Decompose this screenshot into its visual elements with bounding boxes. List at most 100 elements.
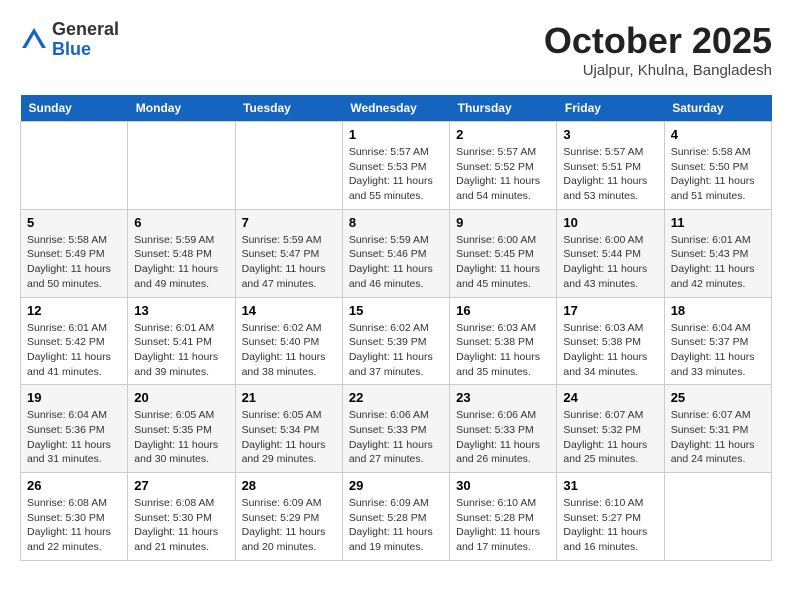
calendar-cell: 3 Sunrise: 5:57 AM Sunset: 5:51 PM Daylig…	[557, 122, 664, 210]
day-number: 17	[563, 303, 657, 318]
weekday-header-cell: Wednesday	[342, 95, 449, 122]
day-number: 12	[27, 303, 121, 318]
calendar-cell: 17Sunrise: 6:03 AM Sunset: 5:38 PM Dayli…	[557, 297, 664, 385]
calendar-week-row: 12 Sunrise: 6:01 AM Sunset: 5:42 PM Dayli…	[21, 297, 772, 385]
day-info: Sunrise: 6:06 AM Sunset: 5:33 PM Dayligh…	[456, 408, 550, 467]
day-number: 26	[27, 478, 121, 493]
calendar-cell: 24 Sunrise: 6:07 AM Sunset: 5:32 PM Dayli…	[557, 385, 664, 473]
day-number: 3	[563, 127, 657, 142]
calendar-cell: 21 Sunrise: 6:05 AM Sunset: 5:34 PM Dayli…	[235, 385, 342, 473]
weekday-header-cell: Tuesday	[235, 95, 342, 122]
calendar-table: SundayMondayTuesdayWednesdayThursdayFrid…	[20, 95, 772, 561]
title-block: October 2025 Ujalpur, Khulna, Bangladesh	[544, 20, 772, 79]
day-info: Sunrise: 5:57 AM Sunset: 5:53 PM Dayligh…	[349, 145, 443, 204]
weekday-header-cell: Thursday	[450, 95, 557, 122]
day-info: Sunrise: 6:00 AM Sunset: 5:44 PM Dayligh…	[563, 233, 657, 292]
calendar-cell: 28 Sunrise: 6:09 AM Sunset: 5:29 PM Dayli…	[235, 473, 342, 561]
calendar-cell	[235, 122, 342, 210]
day-info: Sunrise: 6:00 AM Sunset: 5:45 PM Dayligh…	[456, 233, 550, 292]
weekday-header-cell: Monday	[128, 95, 235, 122]
day-number: 21	[242, 390, 336, 405]
day-info: Sunrise: 5:59 AM Sunset: 5:47 PM Dayligh…	[242, 233, 336, 292]
day-number: 30	[456, 478, 550, 493]
day-info: Sunrise: 6:05 AM Sunset: 5:35 PM Dayligh…	[134, 408, 228, 467]
calendar-cell: 9 Sunrise: 6:00 AM Sunset: 5:45 PM Daylig…	[450, 209, 557, 297]
day-number: 15	[349, 303, 443, 318]
calendar-week-row: 19 Sunrise: 6:04 AM Sunset: 5:36 PM Dayli…	[21, 385, 772, 473]
logo: General Blue	[20, 20, 119, 60]
day-number: 11	[671, 215, 765, 230]
calendar-cell: 30 Sunrise: 6:10 AM Sunset: 5:28 PM Dayli…	[450, 473, 557, 561]
day-number: 14	[242, 303, 336, 318]
day-info: Sunrise: 6:10 AM Sunset: 5:28 PM Dayligh…	[456, 496, 550, 555]
page-header: General Blue October 2025 Ujalpur, Khuln…	[20, 20, 772, 79]
day-info: Sunrise: 6:05 AM Sunset: 5:34 PM Dayligh…	[242, 408, 336, 467]
day-info: Sunrise: 6:01 AM Sunset: 5:42 PM Dayligh…	[27, 321, 121, 380]
day-number: 8	[349, 215, 443, 230]
day-number: 28	[242, 478, 336, 493]
calendar-cell: 1 Sunrise: 5:57 AM Sunset: 5:53 PM Daylig…	[342, 122, 449, 210]
day-info: Sunrise: 6:07 AM Sunset: 5:32 PM Dayligh…	[563, 408, 657, 467]
day-number: 24	[563, 390, 657, 405]
calendar-cell: 7Sunrise: 5:59 AM Sunset: 5:47 PM Daylig…	[235, 209, 342, 297]
calendar-cell	[21, 122, 128, 210]
day-number: 1	[349, 127, 443, 142]
logo-text: General Blue	[52, 20, 119, 60]
calendar-week-row: 5Sunrise: 5:58 AM Sunset: 5:49 PM Daylig…	[21, 209, 772, 297]
day-number: 27	[134, 478, 228, 493]
day-info: Sunrise: 5:57 AM Sunset: 5:51 PM Dayligh…	[563, 145, 657, 204]
day-info: Sunrise: 5:59 AM Sunset: 5:48 PM Dayligh…	[134, 233, 228, 292]
day-number: 18	[671, 303, 765, 318]
day-number: 20	[134, 390, 228, 405]
day-info: Sunrise: 6:02 AM Sunset: 5:39 PM Dayligh…	[349, 321, 443, 380]
calendar-cell: 16Sunrise: 6:03 AM Sunset: 5:38 PM Dayli…	[450, 297, 557, 385]
day-info: Sunrise: 6:04 AM Sunset: 5:37 PM Dayligh…	[671, 321, 765, 380]
day-number: 23	[456, 390, 550, 405]
day-info: Sunrise: 6:10 AM Sunset: 5:27 PM Dayligh…	[563, 496, 657, 555]
day-info: Sunrise: 6:03 AM Sunset: 5:38 PM Dayligh…	[456, 321, 550, 380]
calendar-cell: 25 Sunrise: 6:07 AM Sunset: 5:31 PM Dayli…	[664, 385, 771, 473]
day-info: Sunrise: 6:01 AM Sunset: 5:43 PM Dayligh…	[671, 233, 765, 292]
day-info: Sunrise: 5:59 AM Sunset: 5:46 PM Dayligh…	[349, 233, 443, 292]
calendar-cell: 26 Sunrise: 6:08 AM Sunset: 5:30 PM Dayli…	[21, 473, 128, 561]
calendar-cell: 6 Sunrise: 5:59 AM Sunset: 5:48 PM Daylig…	[128, 209, 235, 297]
day-info: Sunrise: 6:07 AM Sunset: 5:31 PM Dayligh…	[671, 408, 765, 467]
calendar-cell: 31 Sunrise: 6:10 AM Sunset: 5:27 PM Dayli…	[557, 473, 664, 561]
calendar-cell: 22 Sunrise: 6:06 AM Sunset: 5:33 PM Dayli…	[342, 385, 449, 473]
weekday-header-row: SundayMondayTuesdayWednesdayThursdayFrid…	[21, 95, 772, 122]
calendar-cell	[664, 473, 771, 561]
day-info: Sunrise: 5:58 AM Sunset: 5:50 PM Dayligh…	[671, 145, 765, 204]
calendar-cell: 10 Sunrise: 6:00 AM Sunset: 5:44 PM Dayli…	[557, 209, 664, 297]
day-number: 29	[349, 478, 443, 493]
day-info: Sunrise: 6:04 AM Sunset: 5:36 PM Dayligh…	[27, 408, 121, 467]
calendar-cell: 11 Sunrise: 6:01 AM Sunset: 5:43 PM Dayli…	[664, 209, 771, 297]
day-number: 9	[456, 215, 550, 230]
month-title: October 2025	[544, 20, 772, 62]
day-number: 31	[563, 478, 657, 493]
day-number: 22	[349, 390, 443, 405]
day-number: 25	[671, 390, 765, 405]
weekday-header-cell: Friday	[557, 95, 664, 122]
day-info: Sunrise: 6:09 AM Sunset: 5:28 PM Dayligh…	[349, 496, 443, 555]
day-info: Sunrise: 6:06 AM Sunset: 5:33 PM Dayligh…	[349, 408, 443, 467]
day-number: 13	[134, 303, 228, 318]
day-number: 4	[671, 127, 765, 142]
day-number: 19	[27, 390, 121, 405]
calendar-cell: 19 Sunrise: 6:04 AM Sunset: 5:36 PM Dayli…	[21, 385, 128, 473]
day-info: Sunrise: 6:08 AM Sunset: 5:30 PM Dayligh…	[134, 496, 228, 555]
calendar-cell: 13Sunrise: 6:01 AM Sunset: 5:41 PM Dayli…	[128, 297, 235, 385]
day-info: Sunrise: 6:09 AM Sunset: 5:29 PM Dayligh…	[242, 496, 336, 555]
calendar-cell: 5Sunrise: 5:58 AM Sunset: 5:49 PM Daylig…	[21, 209, 128, 297]
calendar-body: 1 Sunrise: 5:57 AM Sunset: 5:53 PM Daylig…	[21, 122, 772, 561]
weekday-header-cell: Sunday	[21, 95, 128, 122]
day-number: 10	[563, 215, 657, 230]
logo-icon	[20, 26, 48, 54]
calendar-cell: 27 Sunrise: 6:08 AM Sunset: 5:30 PM Dayli…	[128, 473, 235, 561]
day-info: Sunrise: 6:02 AM Sunset: 5:40 PM Dayligh…	[242, 321, 336, 380]
calendar-cell: 14 Sunrise: 6:02 AM Sunset: 5:40 PM Dayli…	[235, 297, 342, 385]
day-info: Sunrise: 6:08 AM Sunset: 5:30 PM Dayligh…	[27, 496, 121, 555]
weekday-header-cell: Saturday	[664, 95, 771, 122]
day-number: 6	[134, 215, 228, 230]
calendar-cell: 18 Sunrise: 6:04 AM Sunset: 5:37 PM Dayli…	[664, 297, 771, 385]
calendar-cell: 12 Sunrise: 6:01 AM Sunset: 5:42 PM Dayli…	[21, 297, 128, 385]
